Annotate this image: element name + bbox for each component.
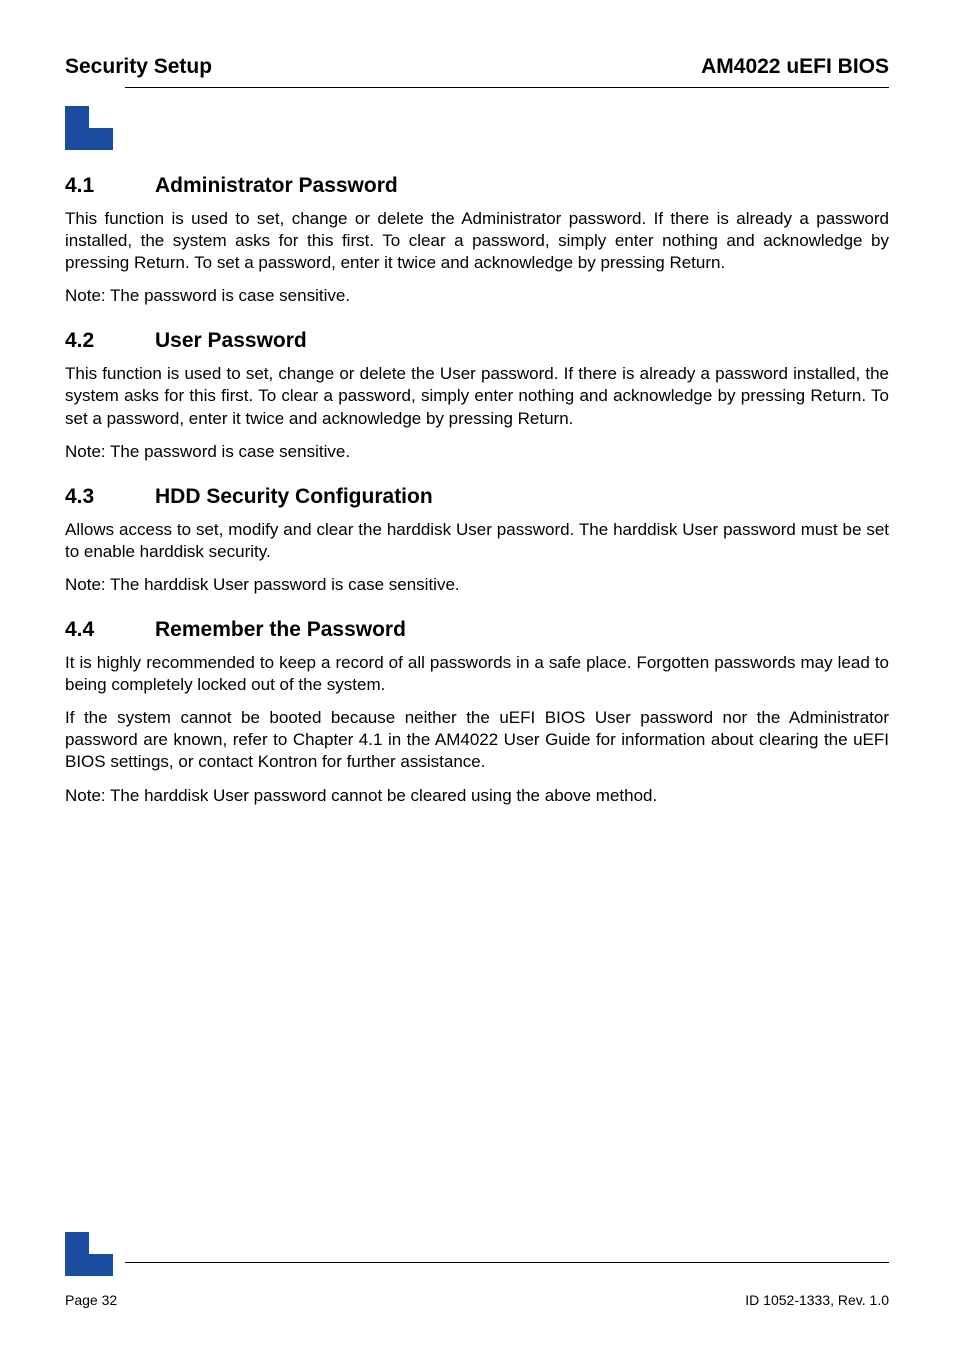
brand-corner-icon [65, 106, 113, 154]
body-paragraph: This function is used to set, change or … [65, 363, 889, 429]
section-number: 4.3 [65, 485, 155, 509]
document-id: ID 1052-1333, Rev. 1.0 [745, 1292, 889, 1308]
header-rule [125, 87, 889, 88]
section-number: 4.2 [65, 329, 155, 353]
section-heading: 4.4Remember the Password [65, 618, 889, 642]
body-paragraph: Note: The harddisk User password is case… [65, 574, 889, 596]
section-4-1: 4.1Administrator Password This function … [65, 174, 889, 307]
section-heading: 4.3HDD Security Configuration [65, 485, 889, 509]
section-title: User Password [155, 329, 307, 352]
body-paragraph: Allows access to set, modify and clear t… [65, 519, 889, 563]
body-paragraph: Note: The password is case sensitive. [65, 285, 889, 307]
footer-text-row: Page 32 ID 1052-1333, Rev. 1.0 [65, 1292, 889, 1308]
section-number: 4.1 [65, 174, 155, 198]
page-footer: Page 32 ID 1052-1333, Rev. 1.0 [65, 1232, 889, 1308]
section-title: Remember the Password [155, 618, 406, 641]
section-number: 4.4 [65, 618, 155, 642]
section-title: Administrator Password [155, 174, 398, 197]
document-page: Security Setup AM4022 uEFI BIOS 4.1Admin… [0, 0, 954, 1350]
section-4-4: 4.4Remember the Password It is highly re… [65, 618, 889, 807]
section-4-3: 4.3HDD Security Configuration Allows acc… [65, 485, 889, 596]
body-paragraph: It is highly recommended to keep a recor… [65, 652, 889, 696]
section-heading: 4.1Administrator Password [65, 174, 889, 198]
page-number: Page 32 [65, 1292, 117, 1308]
header-left: Security Setup [65, 55, 212, 79]
section-4-2: 4.2User Password This function is used t… [65, 329, 889, 462]
body-paragraph: Note: The harddisk User password cannot … [65, 785, 889, 807]
footer-rule-area [65, 1232, 889, 1280]
footer-rule [125, 1262, 889, 1263]
section-heading: 4.2User Password [65, 329, 889, 353]
section-title: HDD Security Configuration [155, 485, 433, 508]
body-paragraph: If the system cannot be booted because n… [65, 707, 889, 773]
page-header: Security Setup AM4022 uEFI BIOS [65, 55, 889, 79]
brand-corner-icon [65, 1232, 113, 1280]
body-paragraph: Note: The password is case sensitive. [65, 441, 889, 463]
header-right: AM4022 uEFI BIOS [701, 55, 889, 79]
body-paragraph: This function is used to set, change or … [65, 208, 889, 274]
